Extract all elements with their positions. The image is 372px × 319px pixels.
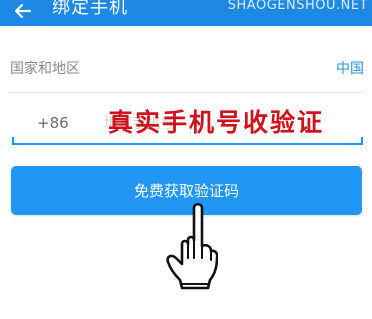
region-value[interactable]: 中国 xyxy=(336,58,364,78)
app-header: 绑定手机 SHAOGENSHOU.NET xyxy=(0,0,372,26)
watermark-text: SHAOGENSHOU.NET xyxy=(227,0,368,13)
input-underline xyxy=(12,143,363,145)
overlay-caption: 真实手机号收验证 xyxy=(108,108,325,137)
page-title: 绑定手机 xyxy=(52,0,128,18)
arrow-left-icon[interactable] xyxy=(12,0,36,22)
input-underline-cap-right xyxy=(361,137,363,145)
hand-pointer-icon xyxy=(166,202,218,290)
input-underline-cap-left xyxy=(12,137,14,145)
region-label: 国家和地区 xyxy=(10,61,80,77)
country-code[interactable]: +86 xyxy=(37,114,69,132)
